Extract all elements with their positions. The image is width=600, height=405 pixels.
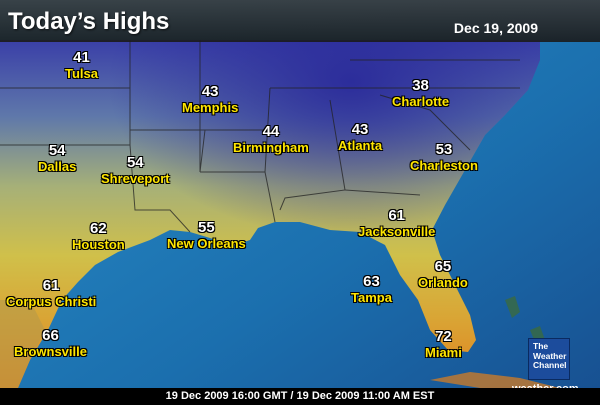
temperature: 54 [48, 142, 66, 159]
city-name: Charleston [410, 157, 478, 173]
city-atlanta: 43 Atlanta [338, 121, 383, 153]
city-name: Dallas [38, 158, 77, 174]
logo-line: Channel [533, 360, 567, 370]
city-name: Corpus Christi [6, 293, 97, 309]
temperature: 61 [42, 277, 60, 294]
timestamp-footer: 19 Dec 2009 16:00 GMT / 19 Dec 2009 11:0… [0, 388, 600, 405]
city-miami: 72 Miami [425, 328, 462, 360]
city-new-orleans: 55 New Orleans [167, 219, 246, 251]
city-name: Atlanta [338, 137, 383, 153]
temperature: 62 [90, 220, 107, 237]
temperature: 53 [435, 141, 453, 158]
city-name: Miami [425, 344, 462, 360]
temperature: 63 [363, 273, 380, 290]
city-houston: 62 Houston [72, 220, 125, 252]
city-orlando: 65 Orlando [418, 258, 468, 290]
weather-map: Today’s Highs Dec 19, 2009 41 Tulsa 43 M… [0, 0, 600, 405]
city-name: Birmingham [233, 139, 309, 155]
temperature: 55 [198, 219, 215, 236]
temperature: 61 [388, 207, 405, 224]
city-name: Tulsa [65, 65, 98, 81]
city-brownsville: 66 Brownsville [14, 327, 87, 359]
city-memphis: 43 Memphis [182, 83, 239, 115]
city-name: Brownsville [14, 343, 87, 359]
city-charlotte: 38 Charlotte [392, 77, 450, 109]
city-name: Orlando [418, 274, 468, 290]
temperature: 66 [42, 327, 59, 344]
weather-channel-logo: The Weather Channel [528, 338, 570, 380]
city-tulsa: 41 Tulsa [65, 49, 98, 81]
city-name: Shreveport [101, 170, 170, 186]
city-name: New Orleans [167, 235, 246, 251]
temperature: 41 [73, 49, 90, 66]
city-jacksonville: 61 Jacksonville [358, 207, 436, 239]
temperature: 65 [434, 258, 452, 275]
temperature: 38 [412, 77, 429, 94]
city-corpus-christi: 61 Corpus Christi [6, 277, 97, 309]
city-shreveport: 54 Shreveport [101, 154, 170, 186]
map-title: Today’s Highs [8, 8, 170, 35]
city-name: Tampa [351, 289, 392, 305]
temperature: 72 [435, 328, 452, 345]
temperature: 54 [126, 154, 144, 171]
temperature: 43 [201, 83, 219, 100]
map-date: Dec 19, 2009 [453, 20, 538, 36]
city-charleston: 53 Charleston [410, 141, 478, 173]
city-name: Jacksonville [358, 223, 436, 239]
city-name: Houston [72, 236, 125, 252]
city-name: Charlotte [392, 93, 450, 109]
temperature: 43 [351, 121, 369, 138]
city-birmingham: 44 Birmingham [233, 123, 309, 155]
temperature: 44 [262, 123, 280, 140]
city-name: Memphis [182, 99, 239, 115]
city-dallas: 54 Dallas [38, 142, 77, 174]
city-tampa: 63 Tampa [351, 273, 392, 305]
